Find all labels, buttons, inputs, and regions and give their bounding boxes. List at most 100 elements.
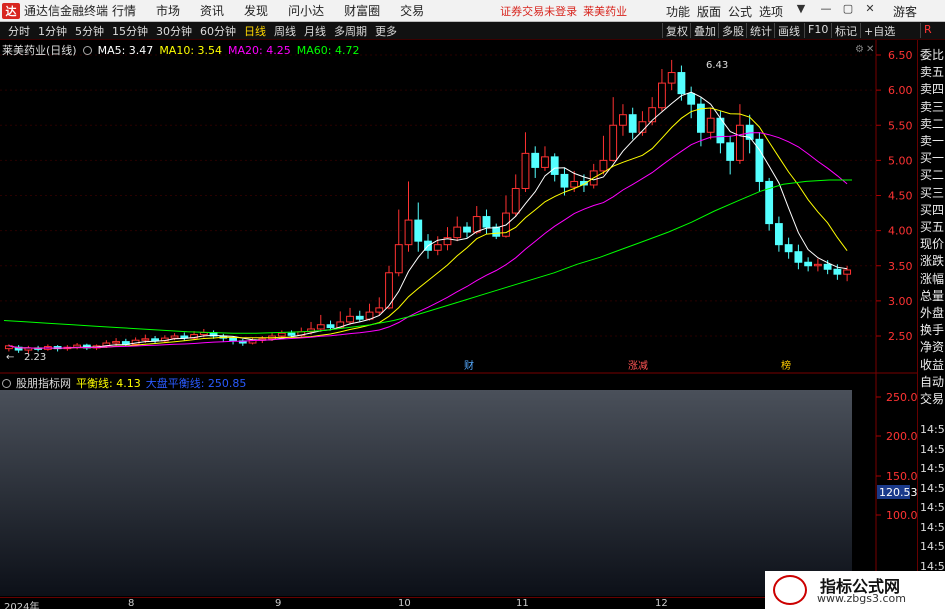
candle-body[interactable] — [414, 219, 423, 242]
period-1min[interactable]: 1分钟 — [38, 23, 67, 39]
menu-shichang[interactable]: 市场 — [156, 2, 180, 19]
kline-chart[interactable]: 6.50 6.00 5.50 5.00 4.50 4.00 3.50 3.00 2.50 250… — [0, 40, 917, 597]
candle-body[interactable] — [316, 324, 325, 330]
candle-body[interactable] — [599, 159, 608, 172]
candle-body[interactable] — [726, 142, 735, 161]
candle-body[interactable] — [375, 307, 384, 313]
btn-tongji[interactable]: 统计 — [746, 23, 775, 38]
btn-duogu[interactable]: 多股 — [718, 23, 747, 38]
date-label: 9 — [275, 598, 282, 609]
candle-body[interactable] — [823, 263, 832, 270]
btn-biaoji[interactable]: 标记 — [831, 23, 860, 38]
period-monthly[interactable]: 月线 — [304, 23, 326, 39]
period-multi[interactable]: 多周期 — [334, 23, 367, 39]
period-more[interactable]: 更多 — [375, 23, 397, 39]
menu-banmian[interactable]: 版面 — [697, 3, 721, 20]
btn-diejia[interactable]: 叠加 — [690, 23, 719, 38]
candle-body[interactable] — [433, 244, 442, 251]
legend-settings-icon[interactable] — [82, 45, 92, 55]
candle-body[interactable] — [550, 156, 559, 175]
btn-huaxian[interactable]: 画线 — [774, 23, 803, 38]
candle-body[interactable] — [619, 114, 627, 126]
btn-f10[interactable]: F10 — [804, 23, 831, 38]
candle-body[interactable] — [472, 216, 481, 233]
candle-body[interactable] — [755, 138, 764, 182]
candle-body[interactable] — [667, 72, 676, 84]
candle-body[interactable] — [229, 337, 237, 342]
watermark-url: www.zbgs3.com — [817, 592, 906, 605]
candle-body[interactable] — [112, 341, 121, 344]
candle-body[interactable] — [355, 315, 364, 320]
candle-body[interactable] — [628, 114, 637, 133]
candle-body[interactable] — [706, 117, 715, 133]
event-cai[interactable]: 财 — [464, 359, 474, 372]
candle-body[interactable] — [170, 335, 179, 339]
candle-body[interactable] — [648, 107, 657, 123]
candle-body[interactable] — [492, 226, 501, 237]
close-icon[interactable]: ✕ — [861, 2, 879, 18]
candle-body[interactable] — [346, 315, 354, 323]
candle-body[interactable] — [326, 324, 335, 329]
candle-body[interactable] — [687, 93, 696, 105]
indicator-name[interactable]: 股朋指标网 — [16, 375, 71, 391]
chart-close-icon[interactable]: ✕ — [866, 44, 874, 55]
menu-gongshi[interactable]: 公式 — [728, 3, 752, 20]
candle-body[interactable] — [813, 263, 822, 267]
candle-body[interactable] — [141, 338, 150, 341]
candle-body[interactable] — [541, 156, 549, 168]
btn-add-watchlist[interactable]: +自选 — [860, 23, 898, 38]
period-60min[interactable]: 60分钟 — [200, 23, 236, 39]
chart-settings-icon[interactable]: ⚙ — [855, 44, 864, 55]
menu-xuanxiang[interactable]: 选项 — [759, 3, 783, 20]
candle-body[interactable] — [784, 244, 793, 253]
candle-body[interactable] — [794, 251, 803, 263]
period-30min[interactable]: 30分钟 — [156, 23, 192, 39]
period-fenshi[interactable]: 分时 — [8, 23, 30, 39]
menu-hangqing[interactable]: 行情 — [112, 2, 136, 19]
user-guest[interactable]: 游客 — [893, 3, 917, 20]
event-zhangjian[interactable]: 涨减 — [628, 360, 648, 372]
candle-body[interactable] — [735, 124, 744, 161]
candle-body[interactable] — [277, 332, 286, 337]
indicator-tick-label: 100.0 — [886, 509, 917, 522]
menu-wenxiaoda[interactable]: 问小达 — [288, 2, 324, 19]
indicator-settings-icon[interactable] — [2, 378, 11, 388]
watermark-logo-icon — [773, 575, 807, 605]
candle-body[interactable] — [482, 216, 491, 228]
menu-caifuquan[interactable]: 财富圈 — [344, 2, 380, 19]
r-label[interactable]: R — [920, 23, 935, 38]
candle-body[interactable] — [843, 269, 852, 275]
candle-body[interactable] — [453, 226, 462, 239]
candle-body[interactable] — [531, 152, 540, 168]
candle-body[interactable] — [833, 268, 842, 275]
candle-body[interactable] — [394, 244, 403, 274]
login-status[interactable]: 证券交易未登录 — [500, 3, 577, 19]
candle-body[interactable] — [804, 261, 813, 267]
candle-body[interactable] — [463, 226, 471, 233]
menu-gongneng[interactable]: 功能 — [666, 3, 690, 20]
dropdown-icon[interactable]: ▼ — [792, 2, 810, 18]
event-bang[interactable]: 榜 — [781, 359, 791, 372]
candle-body[interactable] — [511, 187, 520, 214]
candle-body[interactable] — [404, 219, 413, 246]
price-tick-label: 6.00 — [888, 84, 913, 97]
period-daily[interactable]: 日线 — [244, 23, 266, 39]
period-weekly[interactable]: 周线 — [274, 23, 296, 39]
candle-body[interactable] — [560, 173, 569, 188]
candle-body[interactable] — [521, 152, 530, 189]
quote-label: 买一 — [920, 151, 945, 166]
candle-body[interactable] — [609, 124, 618, 161]
candle-body[interactable] — [658, 82, 666, 109]
period-5min[interactable]: 5分钟 — [75, 23, 104, 39]
maximize-icon[interactable]: ▢ — [839, 2, 857, 18]
candle-body[interactable] — [677, 72, 686, 95]
menu-faxian[interactable]: 发现 — [244, 2, 268, 19]
menu-zixun[interactable]: 资讯 — [200, 2, 224, 19]
candle-body[interactable] — [774, 223, 783, 246]
candle-body[interactable] — [287, 332, 296, 336]
minimize-icon[interactable]: — — [817, 2, 835, 18]
period-15min[interactable]: 15分钟 — [112, 23, 148, 39]
candle-body[interactable] — [570, 180, 579, 188]
btn-fuquan[interactable]: 复权 — [662, 23, 691, 38]
menu-jiaoyi[interactable]: 交易 — [400, 2, 424, 19]
